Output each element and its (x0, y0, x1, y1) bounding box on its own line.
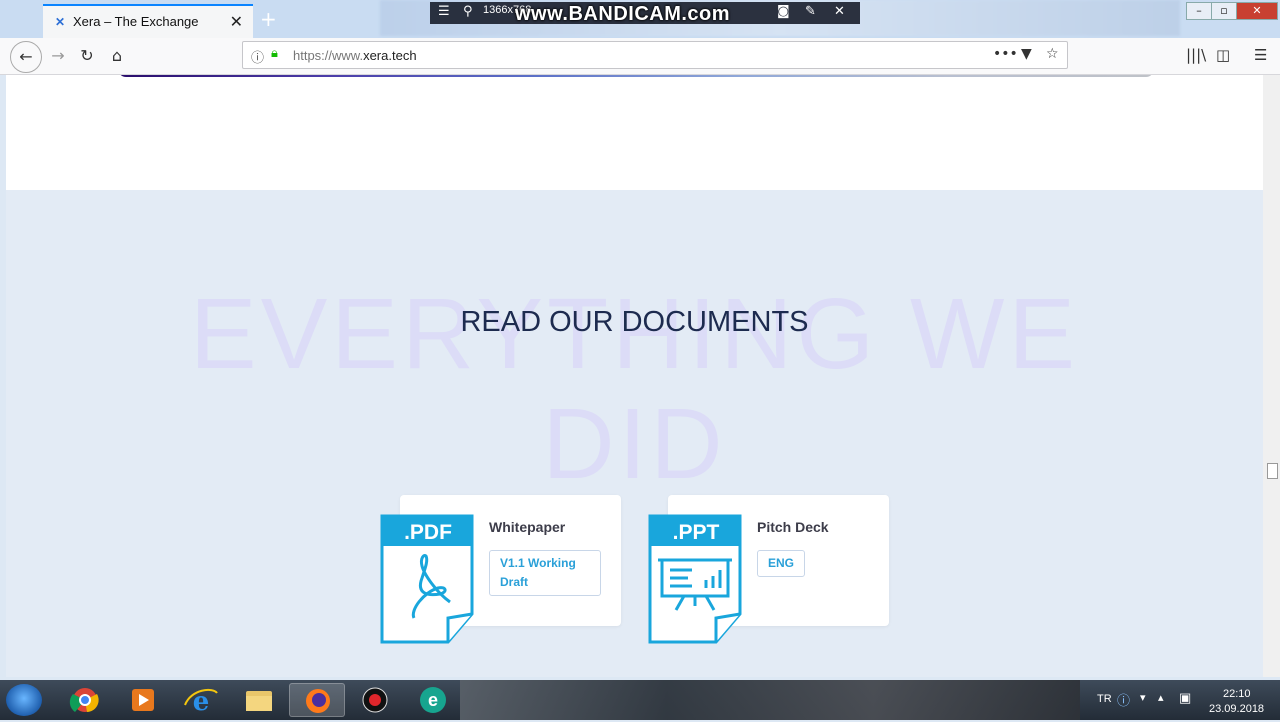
tab-title: Xera – The Exchange (73, 14, 199, 29)
tab-close-icon[interactable]: ✕ (230, 12, 243, 31)
clock-time[interactable]: 22:10 (1223, 688, 1251, 700)
pocket-icon[interactable]: ▼ (1021, 46, 1032, 62)
menu-icon[interactable]: ☰ (438, 4, 450, 19)
browser-tab[interactable]: ✕ Xera – The Exchange ✕ (43, 4, 253, 38)
page-actions-icon[interactable]: ••• (993, 46, 1018, 62)
pencil-icon[interactable]: ✎ (805, 4, 816, 19)
window-close-button[interactable]: ✕ (1236, 2, 1278, 20)
url-prefix: https://www. (293, 48, 364, 63)
scrollbar-thumb[interactable] (1267, 463, 1278, 479)
language-indicator[interactable]: TR (1097, 693, 1112, 705)
firefox-taskbar-icon[interactable] (289, 683, 345, 717)
recorder-taskbar-icon[interactable] (347, 683, 403, 717)
browser-titlebar: ✕ Xera – The Exchange ✕ + ☰ ⚲ 1366x768 w… (0, 0, 1280, 38)
file-explorer-taskbar-icon[interactable] (231, 683, 287, 717)
network-icon[interactable]: ▣ (1179, 690, 1191, 706)
section-heading: READ OUR DOCUMENTS (460, 306, 809, 338)
forward-button[interactable]: → (44, 43, 72, 69)
gradient-banner-edge (118, 75, 1154, 77)
pdf-file-icon[interactable]: .PDF (380, 514, 476, 644)
windows-taskbar: e e TR ⓘ ▾ ▴ ▣ 22:10 23.09.2018 (0, 680, 1280, 720)
lock-icon: 🔒︎ (271, 46, 278, 61)
menu-icon[interactable]: ☰ (1254, 46, 1267, 64)
camera-icon[interactable]: ◙ (777, 4, 790, 19)
url-text[interactable]: https://www.xera.tech (293, 48, 417, 63)
chrome-taskbar-icon[interactable] (57, 683, 113, 717)
show-hidden-icons-icon[interactable]: ▴ (1158, 691, 1164, 704)
pin-icon[interactable]: ⚲ (463, 4, 473, 19)
ppt-file-icon[interactable]: .PPT (648, 514, 744, 644)
clock-date[interactable]: 23.09.2018 (1209, 703, 1264, 715)
document-version-link[interactable]: V1.1 Working Draft (489, 550, 601, 596)
minimize-button[interactable]: – (1186, 2, 1212, 20)
navigation-toolbar: ← → ↻ ⌂ ⓘ 🔒︎ https://www.xera.tech ••• ▼… (0, 38, 1280, 75)
document-title: Pitch Deck (757, 519, 829, 535)
info-icon[interactable]: ⓘ (251, 47, 264, 66)
media-player-taskbar-icon[interactable] (115, 683, 171, 717)
page-scrollbar[interactable] (1263, 75, 1280, 677)
recorder-logo: www.BANDICAM.com (515, 3, 731, 25)
page-viewport: EVERYTHING WE DID READ OUR DOCUMENTS Whi… (6, 75, 1263, 677)
file-type-label: .PPT (673, 521, 720, 544)
reload-button[interactable]: ↻ (73, 43, 101, 69)
sidebar-icon[interactable]: ◫ (1216, 46, 1230, 64)
recorder-close-icon[interactable]: ✕ (834, 4, 845, 19)
back-button[interactable]: ← (10, 41, 42, 73)
eset-taskbar-icon[interactable]: e (405, 683, 461, 717)
svg-text:e: e (428, 690, 438, 710)
x-logo-icon: ✕ (54, 15, 66, 29)
background-watermark-text: DID (542, 388, 727, 500)
address-bar[interactable]: ⓘ 🔒︎ https://www.xera.tech ••• ▼ ☆ (242, 41, 1068, 69)
documents-section: EVERYTHING WE DID READ OUR DOCUMENTS Whi… (6, 190, 1263, 677)
start-button[interactable] (6, 684, 42, 716)
maximize-button[interactable]: ▫ (1211, 2, 1237, 20)
document-language-link[interactable]: ENG (757, 550, 806, 577)
file-type-label: .PDF (404, 521, 452, 544)
new-tab-icon[interactable]: + (260, 7, 277, 31)
internet-explorer-taskbar-icon[interactable]: e (173, 683, 229, 717)
taskbar-background (460, 680, 1080, 720)
tray-arrow-icon[interactable]: ▾ (1140, 691, 1146, 704)
url-domain: xera.tech (363, 48, 417, 63)
home-button[interactable]: ⌂ (103, 43, 131, 69)
library-icon[interactable]: |||\ (1186, 46, 1206, 64)
help-icon[interactable]: ⓘ (1117, 690, 1130, 709)
document-title: Whitepaper (489, 519, 566, 535)
bookmark-star-icon[interactable]: ☆ (1046, 46, 1059, 62)
